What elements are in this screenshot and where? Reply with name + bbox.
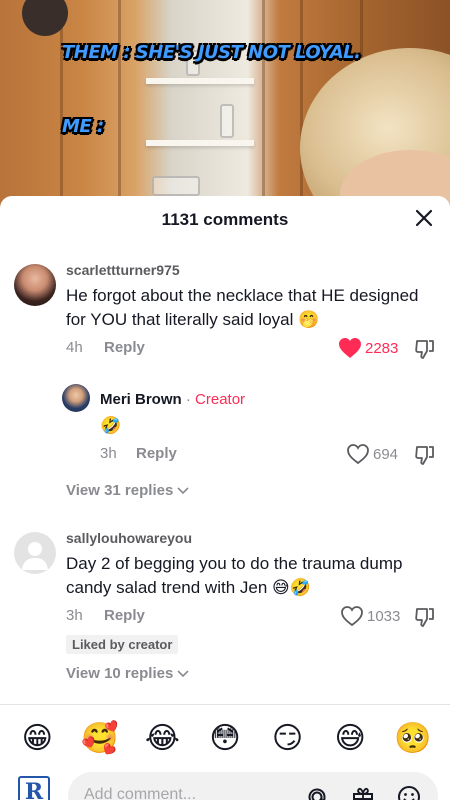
avatar[interactable] [14, 532, 56, 574]
comment-username[interactable]: scarlettturner975 [66, 262, 180, 278]
sheet-header: 1131 comments [0, 196, 450, 246]
wood-plank [262, 0, 265, 210]
like-button[interactable]: 2283 [338, 337, 398, 359]
reply-button[interactable]: Reply [104, 339, 145, 356]
glass [152, 176, 200, 196]
reply-time: 3h [100, 445, 117, 462]
thumbs-down-icon [415, 446, 434, 465]
reply-button[interactable]: Reply [104, 607, 145, 624]
liked-by-creator-badge: Liked by creator [66, 635, 179, 654]
mention-icon[interactable] [304, 784, 330, 800]
reply-username-row: Meri Brown · Creator [100, 391, 245, 408]
creator-tag: Creator [195, 391, 246, 408]
comment-input-container[interactable] [68, 772, 438, 800]
emoji-quick-bar: 😁 🥰 😂 😳 😏 😅 🥺 [0, 718, 450, 760]
comment-time: 4h [66, 339, 83, 356]
emoji-smirk-button[interactable]: 😏 [266, 721, 310, 757]
dislike-button[interactable] [414, 444, 436, 466]
comments-sheet: 1131 comments scarlettturner975 He forgo… [0, 196, 450, 800]
close-icon [415, 209, 433, 227]
emoji-hearts-button[interactable]: 🥰 [78, 721, 122, 757]
comment-time: 3h [66, 607, 83, 624]
view-replies-button[interactable]: View 10 replies [66, 665, 190, 682]
heart-outline-icon [347, 444, 369, 465]
like-button[interactable]: 694 [346, 443, 398, 465]
comment-text: He forgot about the necklace that HE des… [66, 286, 419, 329]
like-count: 694 [373, 445, 399, 463]
emoji-pleading-button[interactable]: 🥺 [391, 721, 435, 757]
chevron-down-icon [177, 670, 190, 678]
video-background[interactable]: THEM : SHE'S JUST NOT LOYAL. ME : [0, 0, 450, 210]
user-avatar-logo[interactable]: R [18, 776, 50, 800]
avatar[interactable] [62, 384, 90, 412]
wood-plank [300, 0, 303, 210]
meme-caption-them: THEM : SHE'S JUST NOT LOYAL. [62, 42, 361, 63]
reply-text: 🤣 [100, 416, 122, 435]
reply-button[interactable]: Reply [136, 445, 177, 462]
view-replies-label: View 10 replies [66, 665, 174, 682]
close-button[interactable] [412, 206, 436, 230]
wood-plank [118, 0, 121, 210]
chevron-down-icon [177, 487, 190, 495]
thumbs-down-icon [415, 340, 434, 359]
meme-caption-me: ME : [62, 116, 104, 137]
comment-text: Day 2 of begging you to do the trauma du… [66, 554, 403, 597]
comment-input[interactable] [84, 786, 284, 800]
emoji-smile-icon[interactable] [396, 784, 422, 800]
view-replies-button[interactable]: View 31 replies [66, 482, 190, 499]
emoji-joy-button[interactable]: 😂 [140, 721, 184, 757]
wood-plank [60, 0, 63, 210]
shelf [146, 78, 254, 84]
like-button[interactable]: 1033 [340, 605, 400, 627]
emoji-flushed-button[interactable]: 😳 [203, 721, 247, 757]
separator-dot: · [185, 391, 191, 408]
like-count: 2283 [365, 339, 399, 357]
view-replies-label: View 31 replies [66, 482, 174, 499]
avatar[interactable] [14, 264, 56, 306]
gift-icon[interactable] [350, 784, 376, 800]
emoji-sweat-smile-button[interactable]: 😅 [328, 721, 372, 757]
emoji-grin-button[interactable]: 😁 [15, 721, 59, 757]
dislike-button[interactable] [414, 338, 436, 360]
glass [220, 104, 234, 138]
comments-count-title: 1131 comments [161, 210, 289, 229]
like-count: 1033 [367, 607, 401, 625]
comment-username[interactable]: sallylouhowareyou [66, 530, 192, 546]
default-avatar-icon [22, 542, 48, 570]
reply-username[interactable]: Meri Brown [100, 391, 182, 408]
heart-outline-icon [341, 606, 363, 627]
heart-filled-icon [339, 338, 361, 358]
divider [0, 704, 450, 705]
shelf [146, 140, 254, 146]
thumbs-down-icon [415, 608, 434, 627]
dislike-button[interactable] [414, 606, 436, 628]
